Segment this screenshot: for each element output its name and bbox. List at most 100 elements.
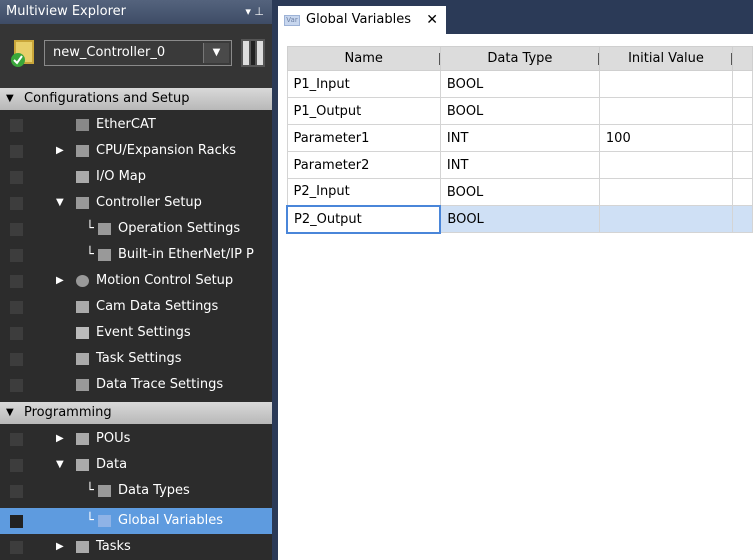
- tree-indent-marker: [10, 223, 23, 236]
- editor-area: Var Global Variables ✕ Name Data Type In…: [272, 0, 753, 560]
- cell-name[interactable]: P2_Input: [286, 178, 441, 206]
- column-header-data-type[interactable]: Data Type: [439, 46, 600, 71]
- tree-item-label: I/O Map: [96, 169, 147, 184]
- pin-icon[interactable]: ▾ ⊥: [245, 0, 264, 24]
- global-variables-icon: [98, 515, 111, 527]
- tree-indent-marker: [10, 275, 23, 288]
- cell-initial-value[interactable]: 100: [598, 124, 734, 152]
- tree-item-label: EtherCAT: [96, 117, 156, 132]
- cell-data-type[interactable]: BOOL: [439, 97, 600, 125]
- cell-extra: [732, 97, 753, 125]
- tree-item-label: Data Trace Settings: [96, 377, 224, 392]
- cell-name[interactable]: P2_Output: [285, 204, 442, 234]
- column-header-name[interactable]: Name: [286, 46, 441, 71]
- tab-global-variables[interactable]: Var Global Variables ✕: [278, 6, 446, 34]
- controller-dropdown[interactable]: new_Controller_0 ▼: [44, 40, 232, 66]
- tree-indent-marker: [10, 145, 23, 158]
- table-header-row: Name Data Type Initial Value: [286, 46, 753, 71]
- cell-initial-value[interactable]: [598, 205, 734, 233]
- expand-down-icon[interactable]: ▼: [56, 190, 64, 216]
- expand-down-icon[interactable]: ▼: [56, 452, 64, 478]
- tree-item-label: Event Settings: [96, 325, 191, 340]
- table-row-selected[interactable]: P2_Output BOOL: [285, 204, 753, 234]
- chevron-down-icon[interactable]: ▼: [203, 43, 229, 63]
- task-icon: [76, 353, 89, 365]
- tree-item-label: Data Types: [118, 483, 190, 498]
- cell-initial-value[interactable]: [598, 151, 734, 179]
- cell-name[interactable]: P1_Output: [286, 97, 441, 125]
- controller-selector-row: new_Controller_0 ▼: [0, 24, 272, 88]
- tree-indent-marker: [10, 515, 23, 528]
- tree-item-built-in-ethernet-ip[interactable]: └ Built-in EtherNet/IP P: [0, 242, 272, 268]
- cell-extra: [732, 124, 753, 152]
- expand-down-icon[interactable]: ▼: [6, 88, 14, 110]
- tree-item-cpu-expansion-racks[interactable]: ▶ CPU/Expansion Racks: [0, 138, 272, 164]
- tree-indent-marker: [10, 353, 23, 366]
- tree-item-label: Motion Control Setup: [96, 273, 234, 288]
- cell-data-type[interactable]: BOOL: [439, 70, 600, 98]
- cell-extra: [732, 70, 753, 98]
- expand-right-icon[interactable]: ▶: [56, 426, 64, 452]
- operation-settings-icon: [98, 223, 111, 235]
- table-row[interactable]: P1_Input BOOL: [286, 70, 753, 98]
- table-row[interactable]: P1_Output BOOL: [286, 97, 753, 125]
- tree-item-label: Global Variables: [118, 513, 224, 528]
- tree-item-motion-control-setup[interactable]: ▶ Motion Control Setup: [0, 268, 272, 294]
- table-row[interactable]: Parameter2 INT: [286, 151, 753, 179]
- table-row[interactable]: P2_Input BOOL: [286, 178, 753, 206]
- tree-item-label: Operation Settings: [118, 221, 241, 236]
- cell-data-type[interactable]: BOOL: [439, 178, 600, 206]
- tree-item-data-types[interactable]: └ Data Types: [0, 478, 272, 504]
- table-row[interactable]: Parameter1 INT 100: [286, 124, 753, 152]
- expand-right-icon[interactable]: ▶: [56, 534, 64, 560]
- section-programming[interactable]: ▼ Programming: [0, 402, 272, 424]
- expand-right-icon[interactable]: ▶: [56, 268, 64, 294]
- tree-item-io-map[interactable]: I/O Map: [0, 164, 272, 190]
- tree-indent-marker: [10, 327, 23, 340]
- tree-item-label: Task Settings: [96, 351, 182, 366]
- close-icon[interactable]: ✕: [426, 6, 438, 34]
- tree-indent-marker: [10, 379, 23, 392]
- tree-indent-marker: [10, 197, 23, 210]
- cell-initial-value[interactable]: [598, 178, 734, 206]
- tree-item-data-trace-settings[interactable]: Data Trace Settings: [0, 372, 272, 398]
- tree-indent-marker: [10, 171, 23, 184]
- column-header-label: Initial Value: [628, 51, 704, 66]
- section-configurations-and-setup[interactable]: ▼ Configurations and Setup: [0, 88, 272, 110]
- tree-item-event-settings[interactable]: Event Settings: [0, 320, 272, 346]
- tree-item-ethercat[interactable]: EtherCAT: [0, 112, 272, 138]
- cell-initial-value[interactable]: [598, 97, 734, 125]
- io-map-icon: [76, 171, 89, 183]
- tree-item-task-settings[interactable]: Task Settings: [0, 346, 272, 372]
- tree-item-tasks[interactable]: ▶ Tasks: [0, 534, 272, 560]
- tree-indent-marker: [10, 249, 23, 262]
- cam-icon: [76, 301, 89, 313]
- multiview-explorer: Multiview Explorer ▾ ⊥ new_Controller_0 …: [0, 0, 272, 560]
- cell-name[interactable]: Parameter1: [286, 124, 441, 152]
- tree-connector: └: [86, 247, 94, 262]
- tree-connector: └: [86, 513, 94, 528]
- tree-item-label: Controller Setup: [96, 195, 202, 210]
- expand-down-icon[interactable]: ▼: [6, 402, 14, 424]
- cell-name[interactable]: P1_Input: [286, 70, 441, 98]
- tree-item-global-variables[interactable]: └ Global Variables: [0, 508, 272, 534]
- column-header-label: Data Type: [487, 51, 553, 66]
- controller-setup-icon: [76, 197, 89, 209]
- cell-data-type[interactable]: INT: [439, 124, 600, 152]
- cell-name[interactable]: Parameter2: [286, 151, 441, 179]
- tree-item-label: Data: [96, 457, 128, 472]
- tree-item-cam-data-settings[interactable]: Cam Data Settings: [0, 294, 272, 320]
- tree-item-label: POUs: [96, 431, 131, 446]
- pou-icon: [76, 433, 89, 445]
- column-header-initial-value[interactable]: Initial Value: [598, 46, 734, 71]
- cell-data-type[interactable]: BOOL: [439, 205, 600, 233]
- expand-right-icon[interactable]: ▶: [56, 138, 64, 164]
- tree-item-operation-settings[interactable]: └ Operation Settings: [0, 216, 272, 242]
- tree-item-pous[interactable]: ▶ POUs: [0, 426, 272, 452]
- cell-initial-value[interactable]: [598, 70, 734, 98]
- tree-item-controller-setup[interactable]: ▼ Controller Setup: [0, 190, 272, 216]
- cell-extra: [732, 151, 753, 179]
- tree-item-data[interactable]: ▼ Data: [0, 452, 272, 478]
- cell-data-type[interactable]: INT: [439, 151, 600, 179]
- tree-item-label: Built-in EtherNet/IP P: [118, 247, 254, 262]
